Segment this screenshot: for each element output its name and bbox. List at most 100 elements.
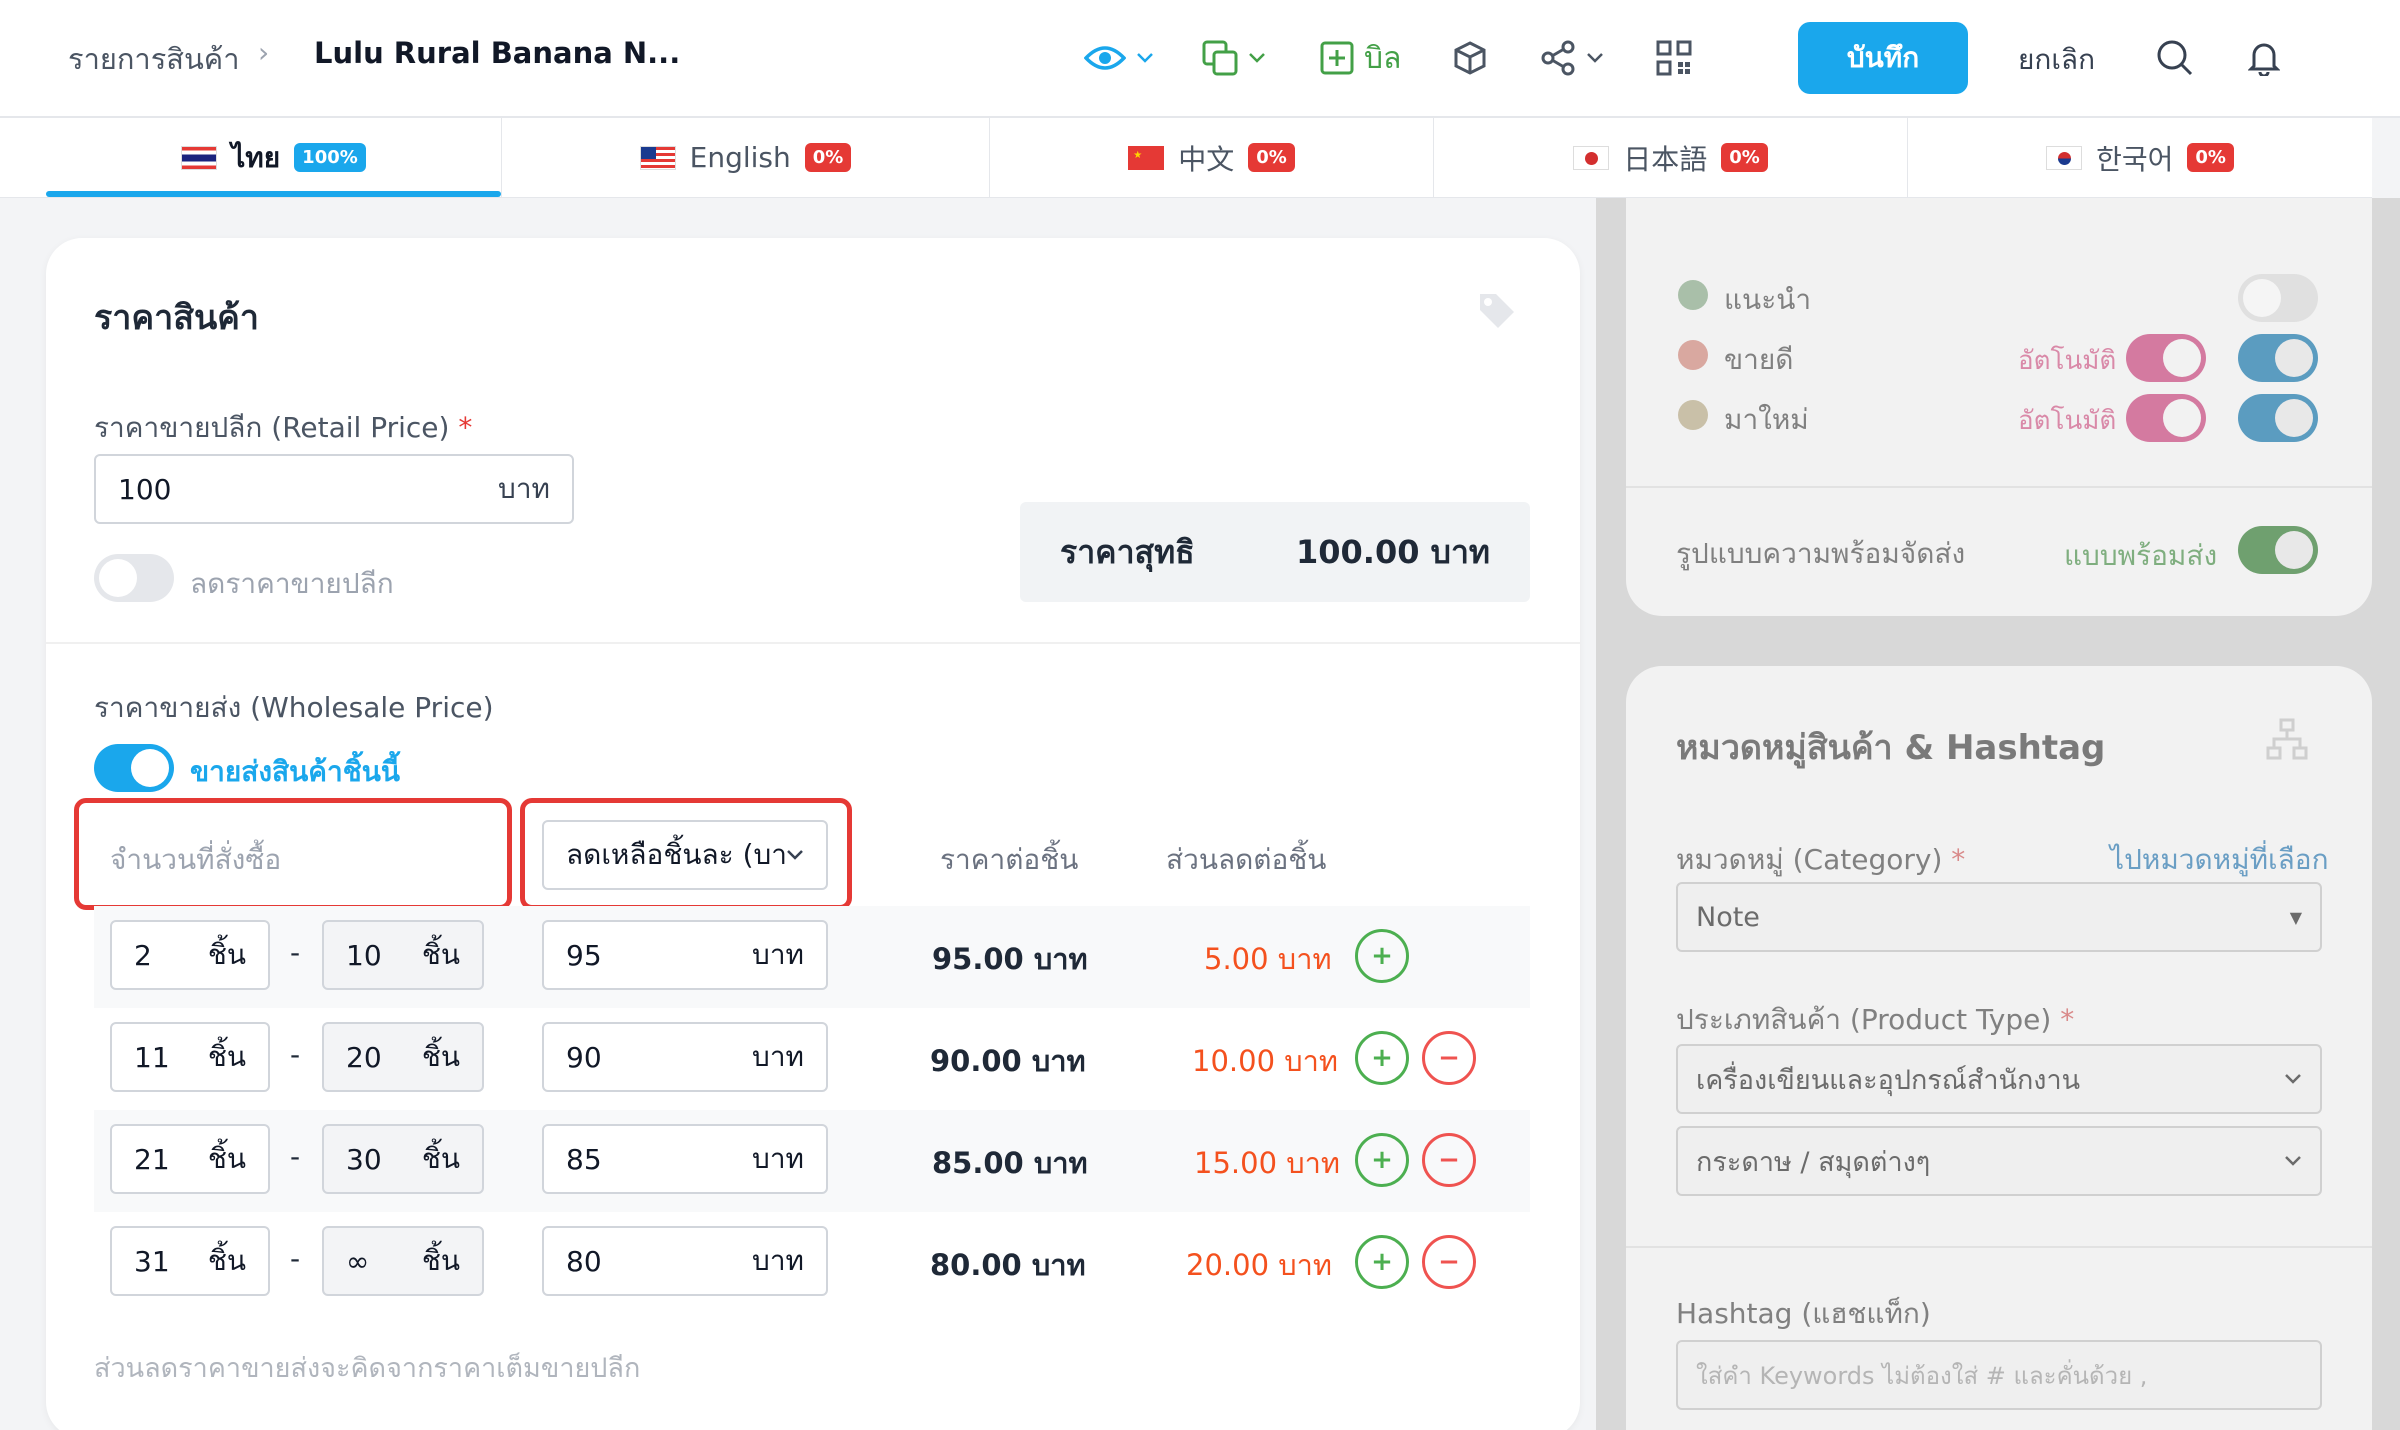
remove-row-button[interactable]: − [1422, 1031, 1476, 1085]
retail-discount-toggle[interactable] [94, 554, 174, 602]
cancel-button[interactable]: ยกเลิก [2018, 38, 2095, 82]
search-button[interactable] [2156, 30, 2194, 86]
price-input[interactable]: 80 บาท [542, 1226, 828, 1296]
bill-button[interactable]: บิล [1320, 30, 1401, 86]
retail-price-label: ราคาขายปลีก (Retail Price) * [94, 406, 472, 450]
shipping-value: แบบพร้อมส่ง [2064, 539, 2218, 572]
tab-korean[interactable]: 한국어 0% [1908, 118, 2372, 197]
bestseller-toggle[interactable] [2238, 334, 2318, 382]
chevron-down-icon [2285, 1156, 2301, 1166]
product-subtype-select[interactable]: กระดาษ / สมุดต่างๆ [1676, 1126, 2322, 1196]
add-row-button[interactable]: + [1355, 1235, 1409, 1289]
remove-row-button[interactable]: − [1422, 1235, 1476, 1289]
category-section-title: หมวดหมู่สินค้า & Hashtag [1676, 728, 2106, 768]
per-piece-price: 85.00 บาท [932, 1146, 1088, 1180]
add-row-button[interactable]: + [1355, 929, 1409, 983]
save-button[interactable]: บันทึก [1798, 22, 1968, 94]
copy-icon [1202, 40, 1238, 76]
qty-to-input[interactable]: 20 ชิ้น [322, 1022, 484, 1092]
category-select[interactable]: Note ▼ [1676, 882, 2322, 952]
bestseller-auto-toggle[interactable] [2126, 334, 2206, 382]
divider [1626, 486, 2372, 488]
progress-badge: 0% [1248, 143, 1295, 172]
discount-per-piece-header: ส่วนลดต่อชิ้น [1166, 843, 1327, 876]
category-value: Note [1696, 901, 1760, 933]
auto-label: อัตโนมัติ [2018, 406, 2117, 436]
tab-label: 中文 [1178, 142, 1235, 176]
hashtag-input[interactable]: ใส่คำ Keywords ไม่ต้องใส่ # และคั่นด้วย … [1676, 1340, 2322, 1410]
price-value: 80 [566, 1244, 602, 1278]
language-tabs: ไทย 100% English 0% ★ 中文 0% 日本語 0% 한국어 0… [0, 118, 2372, 198]
price-value: 95 [566, 938, 602, 972]
highlight-qty-header [74, 798, 512, 910]
category-label: หมวดหมู่ (Category) * [1676, 838, 1965, 882]
price-section-title: ราคาสินค้า [94, 298, 260, 338]
duplicate-button[interactable] [1202, 30, 1266, 86]
go-to-category-link[interactable]: ไปหมวดหมู่ที่เลือก [2110, 838, 2329, 882]
tab-chinese[interactable]: ★ 中文 0% [990, 118, 1434, 197]
qty-from-input[interactable]: 2 ชิ้น [110, 920, 270, 990]
tab-thai[interactable]: ไทย 100% [46, 118, 502, 197]
share-icon [1541, 40, 1575, 76]
chevron-down-icon [2285, 1074, 2301, 1084]
remove-row-button[interactable]: − [1422, 1133, 1476, 1187]
fire-icon [1678, 340, 1708, 370]
qty-to-input[interactable]: ∞ ชิ้น [322, 1226, 484, 1296]
qty-from-input[interactable]: 11 ชิ้น [110, 1022, 270, 1092]
preview-button[interactable] [1084, 30, 1154, 86]
new-toggle[interactable] [2238, 394, 2318, 442]
qty-from-input[interactable]: 21 ชิ้น [110, 1124, 270, 1194]
new-icon [1678, 400, 1708, 430]
range-dash: - [290, 1140, 301, 1173]
us-flag-icon [639, 145, 676, 170]
qty-from-input[interactable]: 31 ชิ้น [110, 1226, 270, 1296]
price-input[interactable]: 90 บาท [542, 1022, 828, 1092]
net-price-label: ราคาสุทธิ [1060, 532, 1195, 571]
per-piece-price: 80.00 บาท [930, 1248, 1086, 1282]
bill-label: บิล [1364, 40, 1402, 76]
qr-button[interactable] [1656, 30, 1692, 86]
required-mark: * [458, 411, 473, 444]
qty-to-input[interactable]: 10 ชิ้น [322, 920, 484, 990]
per-piece-discount: 15.00 บาท [1194, 1146, 1341, 1180]
per-piece-discount: 10.00 บาท [1192, 1044, 1339, 1078]
notification-button[interactable] [2248, 30, 2280, 86]
search-icon [2157, 40, 2193, 76]
tab-label: 한국어 [2096, 142, 2174, 176]
bestseller-label: ขายดี [1724, 343, 1794, 376]
progress-badge: 0% [1721, 143, 1768, 172]
tab-english[interactable]: English 0% [502, 118, 990, 197]
per-piece-price: 95.00 บาท [932, 942, 1088, 976]
price-input[interactable]: 85 บาท [542, 1124, 828, 1194]
unit-label: บาท [752, 1040, 804, 1073]
tab-japanese[interactable]: 日本語 0% [1434, 118, 1908, 197]
add-row-button[interactable]: + [1355, 1031, 1409, 1085]
hashtag-label: Hashtag (แฮชแท็ก) [1676, 1297, 1931, 1330]
qty-from-value: 11 [134, 1040, 170, 1074]
range-dash: - [290, 1242, 301, 1275]
recommend-toggle[interactable] [2238, 274, 2318, 322]
unit-label: ชิ้น [207, 1040, 246, 1073]
retail-price-input[interactable]: 100 บาท [94, 454, 574, 524]
add-row-button[interactable]: + [1355, 1133, 1409, 1187]
new-label: มาใหม่ [1724, 403, 1809, 436]
unit-label: ชิ้น [421, 1040, 460, 1073]
qty-to-input[interactable]: 30 ชิ้น [322, 1124, 484, 1194]
share-button[interactable] [1540, 30, 1604, 86]
china-flag-icon: ★ [1128, 145, 1165, 170]
price-input[interactable]: 95 บาท [542, 920, 828, 990]
unit-label: ชิ้น [207, 1142, 246, 1175]
wholesale-toggle[interactable] [94, 744, 174, 792]
net-price-value: 100.00 บาท [1296, 532, 1490, 571]
thai-flag-icon [181, 145, 218, 170]
range-dash: - [290, 936, 301, 969]
unit-label: ชิ้น [421, 1244, 460, 1277]
net-price-box: ราคาสุทธิ 100.00 บาท [1020, 502, 1530, 602]
package-button[interactable] [1452, 30, 1488, 86]
product-subtype-value: กระดาษ / สมุดต่างๆ [1696, 1146, 1931, 1178]
new-auto-toggle[interactable] [2126, 394, 2206, 442]
breadcrumb-parent[interactable]: รายการสินค้า [68, 36, 239, 82]
product-type-label: ประเภทสินค้า (Product Type) * [1676, 998, 2074, 1042]
product-type-select[interactable]: เครื่องเขียนและอุปกรณ์สำนักงาน [1676, 1044, 2322, 1114]
shipping-toggle[interactable] [2238, 526, 2318, 574]
